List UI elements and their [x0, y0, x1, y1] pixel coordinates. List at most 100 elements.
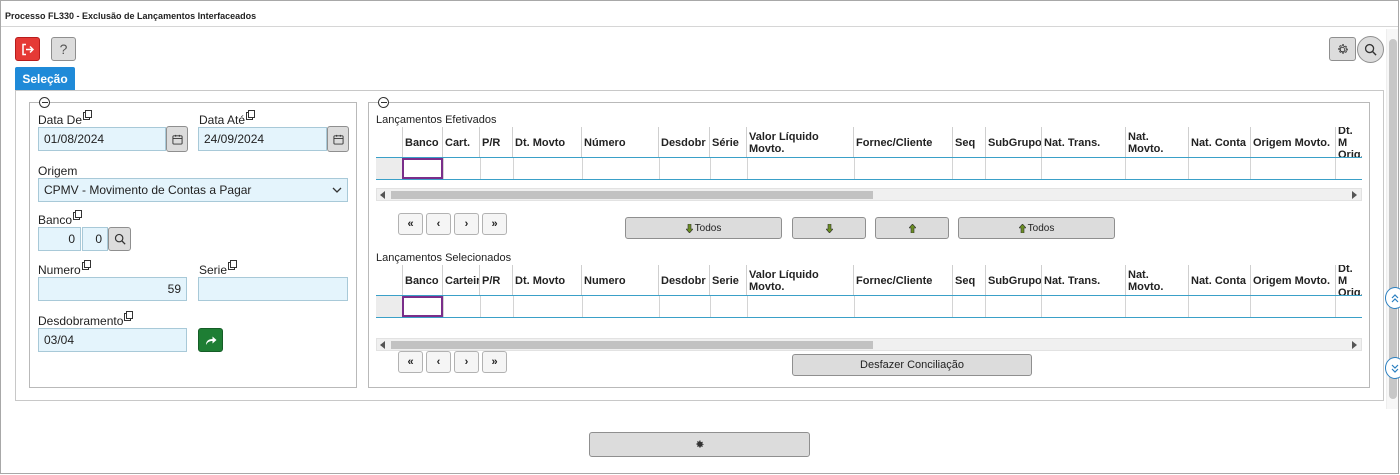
col-nat-conta[interactable]: Nat. Conta — [1188, 265, 1250, 295]
scroll-thumb[interactable] — [391, 341, 873, 349]
expand-down-button[interactable] — [1385, 357, 1400, 379]
arrow-up-icon — [908, 223, 916, 233]
banco-input[interactable]: 0 — [38, 227, 81, 251]
help-button[interactable]: ? — [51, 37, 76, 61]
col-nat-trans[interactable]: Nat. Trans. — [1041, 265, 1125, 295]
last-page-button[interactable]: » — [482, 351, 507, 373]
origem-select[interactable]: CPMV - Movimento de Contas a Pagar — [38, 178, 348, 202]
col-seq[interactable]: Seq — [952, 265, 985, 295]
col-valor-liquido[interactable]: Valor Líquido Movto. — [746, 127, 853, 157]
col-banco[interactable]: Banco — [402, 127, 442, 157]
col-numero[interactable]: Número — [581, 127, 658, 157]
col-dt-movto[interactable]: Dt. Movto — [512, 265, 581, 295]
process-button[interactable] — [589, 432, 810, 457]
selected-cell[interactable] — [401, 158, 443, 179]
last-page-button[interactable]: » — [482, 213, 507, 235]
copy-icon[interactable] — [81, 260, 91, 270]
origem-value: CPMV - Movimento de Contas a Pagar — [44, 183, 252, 197]
search-button[interactable] — [1357, 36, 1384, 63]
col-valor-liquido[interactable]: Valor Líquido Movto. — [746, 265, 853, 295]
col-desdobr[interactable]: Desdobr — [658, 265, 709, 295]
scroll-left-icon[interactable] — [380, 341, 385, 349]
collapse-lancamentos-icon[interactable] — [378, 97, 389, 108]
tab-selecao[interactable]: Seleção — [15, 67, 75, 90]
col-nat-movto[interactable]: Nat. Movto. — [1125, 265, 1188, 295]
settings-button[interactable] — [1329, 37, 1356, 61]
col-subgrupo[interactable]: SubGrupo — [985, 127, 1041, 157]
search-icon — [114, 233, 126, 245]
copy-icon[interactable] — [246, 110, 256, 120]
first-page-button[interactable]: « — [398, 351, 423, 373]
col-pr[interactable]: P/R — [479, 265, 512, 295]
efetivados-hscroll[interactable] — [376, 188, 1362, 201]
col-fornec-cliente[interactable]: Fornec/Cliente — [853, 265, 952, 295]
banco-code-input[interactable]: 0 — [82, 227, 108, 251]
col-numero[interactable]: Numero — [581, 265, 658, 295]
banco-search-button[interactable] — [108, 227, 131, 251]
move-up-all-button[interactable]: Todos — [958, 217, 1115, 239]
data-ate-label: Data Até — [199, 110, 256, 127]
col-banco[interactable]: Banco — [402, 265, 442, 295]
col-subgrupo[interactable]: SubGrupo — [985, 265, 1041, 295]
scroll-left-icon[interactable] — [380, 191, 385, 199]
app-window: Processo FL330 - Exclusão de Lançamentos… — [0, 0, 1400, 474]
col-fornec-cliente[interactable]: Fornec/Cliente — [853, 127, 952, 157]
first-page-button[interactable]: « — [398, 213, 423, 235]
copy-icon[interactable] — [83, 110, 93, 120]
page-scrollbar[interactable] — [1386, 29, 1398, 409]
serie-input[interactable] — [198, 277, 348, 301]
col-serie[interactable]: Série — [709, 127, 746, 157]
data-ate-input[interactable]: 24/09/2024 — [198, 127, 327, 151]
scroll-right-icon[interactable] — [1352, 341, 1357, 349]
execute-button[interactable] — [198, 328, 223, 352]
move-down-all-button[interactable]: Todos — [625, 217, 782, 239]
calendar-icon — [171, 134, 183, 145]
table-row[interactable] — [376, 157, 1362, 180]
col-seq[interactable]: Seq — [952, 127, 985, 157]
col-nat-conta[interactable]: Nat. Conta — [1188, 127, 1250, 157]
next-page-button[interactable]: › — [454, 351, 479, 373]
col-dt-orig[interactable]: Dt. M Orig. — [1335, 265, 1362, 295]
col-dt-orig[interactable]: Dt. M Orig. — [1335, 127, 1362, 157]
selected-cell[interactable] — [401, 296, 443, 317]
double-chevron-up-icon — [1391, 293, 1399, 302]
scroll-thumb[interactable] — [391, 191, 873, 199]
data-de-label: Data De — [38, 110, 93, 127]
copy-icon[interactable] — [228, 260, 238, 270]
selecionados-hscroll[interactable] — [376, 338, 1362, 351]
expand-up-button[interactable] — [1385, 287, 1400, 309]
move-down-button[interactable] — [792, 217, 866, 239]
col-origem-movto[interactable]: Origem Movto. — [1250, 265, 1335, 295]
col-dt-movto[interactable]: Dt. Movto — [512, 127, 581, 157]
collapse-filter-icon[interactable] — [39, 97, 50, 108]
prev-page-button[interactable]: ‹ — [426, 213, 451, 235]
arrow-down-icon — [825, 223, 833, 233]
col-nat-movto[interactable]: Nat. Movto. — [1125, 127, 1188, 157]
col-desdobr[interactable]: Desdobr — [658, 127, 709, 157]
copy-icon[interactable] — [73, 210, 83, 220]
desdobramento-label: Desdobramento — [38, 311, 134, 328]
data-de-input[interactable]: 01/08/2024 — [38, 127, 166, 151]
col-nat-trans[interactable]: Nat. Trans. — [1041, 127, 1125, 157]
desdobramento-input[interactable]: 03/04 — [38, 328, 187, 352]
origem-label: Origem — [38, 164, 78, 178]
data-ate-calendar-button[interactable] — [327, 126, 349, 152]
col-origem-movto[interactable]: Origem Movto. — [1250, 127, 1335, 157]
data-de-calendar-button[interactable] — [166, 126, 188, 152]
copy-icon[interactable] — [124, 311, 134, 321]
col-carteira[interactable]: Carteira — [442, 265, 479, 295]
scroll-right-icon[interactable] — [1352, 191, 1357, 199]
move-up-button[interactable] — [875, 217, 949, 239]
exit-button[interactable] — [15, 37, 40, 61]
col-serie[interactable]: Serie — [709, 265, 746, 295]
undo-reconciliation-button[interactable]: Desfazer Conciliação — [792, 354, 1032, 376]
col-cart[interactable]: Cart. — [442, 127, 479, 157]
table-row[interactable] — [376, 295, 1362, 318]
todos-label: Todos — [1027, 222, 1055, 234]
next-page-button[interactable]: › — [454, 213, 479, 235]
scroll-thumb[interactable] — [1389, 39, 1397, 399]
prev-page-button[interactable]: ‹ — [426, 351, 451, 373]
col-pr[interactable]: P/R — [479, 127, 512, 157]
chevron-down-icon — [332, 187, 342, 193]
numero-input[interactable]: 59 — [38, 277, 187, 301]
